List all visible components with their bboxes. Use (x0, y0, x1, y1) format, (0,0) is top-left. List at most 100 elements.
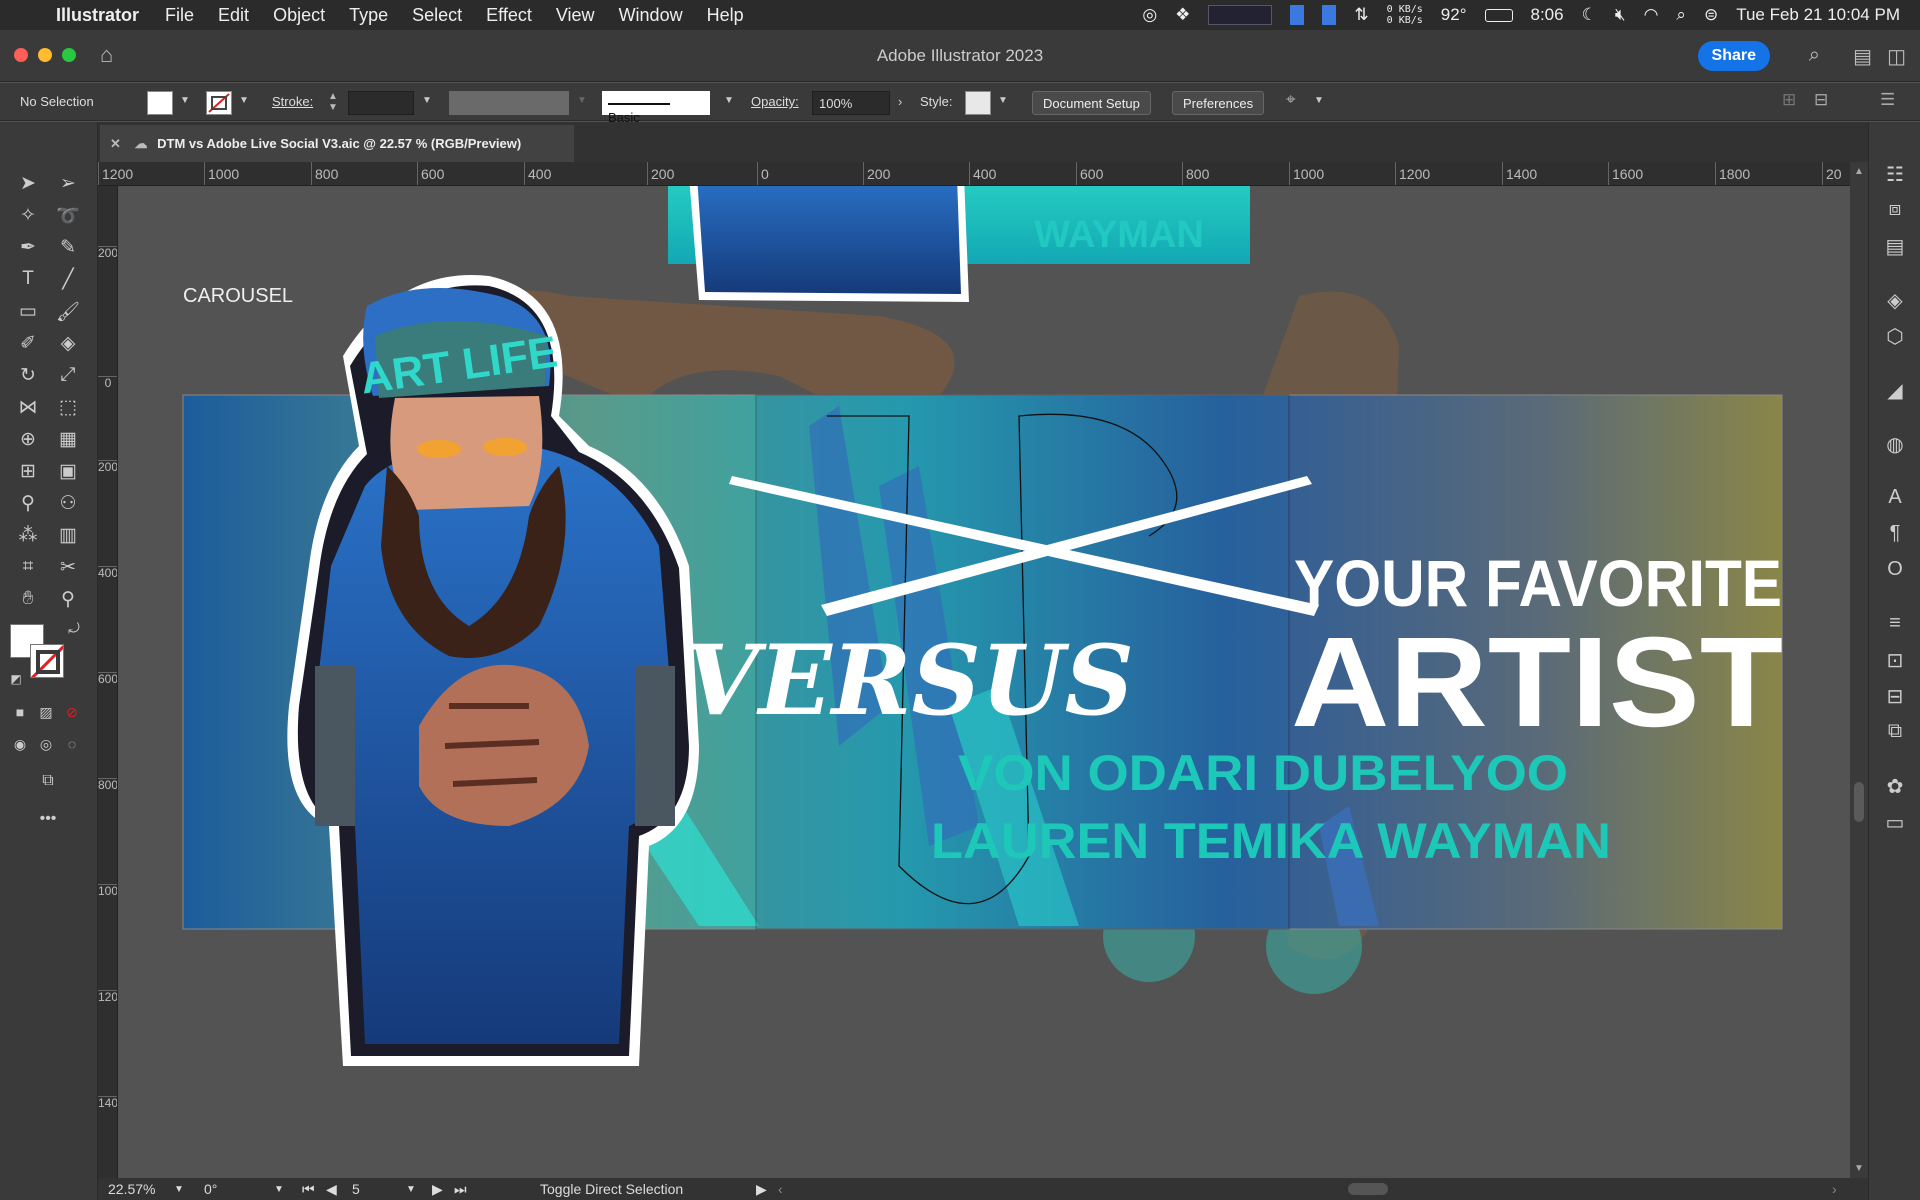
app-menu[interactable]: Illustrator (56, 5, 139, 26)
screen-mode-icon[interactable]: ⧉ (34, 772, 62, 790)
edit-toolbar-more-icon[interactable]: ••• (34, 810, 62, 828)
mesh-tool-icon[interactable]: ⊞ (14, 460, 42, 483)
opacity-label[interactable]: Opacity: (751, 94, 799, 109)
scroll-thumb[interactable] (1854, 782, 1864, 822)
stroke-dropdown-chevron-icon[interactable]: ▼ (239, 95, 249, 106)
document-setup-button[interactable]: Document Setup (1032, 91, 1151, 115)
direct-selection-tool-icon[interactable]: ➢ (54, 172, 82, 195)
gradient-panel-icon[interactable]: ◢ (1882, 378, 1908, 403)
style-dropdown-icon[interactable]: ▼ (998, 95, 1008, 106)
align-panel-icon[interactable]: ⊟ (1882, 684, 1908, 709)
battery-time[interactable]: 8:06 (1531, 5, 1564, 25)
comments-panel-icon[interactable]: ▤ (1882, 234, 1908, 259)
zoom-level-field[interactable]: 22.57% (108, 1181, 155, 1197)
fill-swatch[interactable] (147, 91, 173, 115)
stroke-weight-dropdown-icon[interactable]: ▼ (422, 95, 432, 106)
paintbrush-tool-icon[interactable]: 🖌︎ (54, 300, 82, 324)
type-tool-icon[interactable]: T (14, 268, 42, 290)
shape-builder-tool-icon[interactable]: ⊕ (14, 428, 42, 451)
slice-tool-icon[interactable]: ✂ (54, 556, 82, 579)
scroll-down-icon[interactable]: ▼ (1854, 1163, 1864, 1174)
default-colors-icon[interactable]: ◩ (2, 672, 30, 686)
hscroll-thumb[interactable] (1348, 1183, 1388, 1195)
gradient-mode-icon[interactable]: ▨ (32, 704, 60, 721)
artboard-dropdown-icon[interactable]: ▼ (406, 1184, 416, 1195)
lasso-tool-icon[interactable]: ➰ (54, 204, 82, 228)
clock[interactable]: Tue Feb 21 10:04 PM (1736, 5, 1900, 25)
fill-dropdown-chevron-icon[interactable]: ▼ (180, 95, 190, 106)
opentype-panel-icon[interactable]: O (1882, 558, 1908, 581)
first-artboard-icon[interactable]: ⏮ (302, 1181, 315, 1198)
ssd-meter-icon[interactable] (1322, 5, 1337, 25)
cpu-meter-icon[interactable] (1208, 5, 1273, 25)
eraser-tool-icon[interactable]: ◈ (54, 332, 82, 355)
share-button[interactable]: Share (1697, 41, 1770, 71)
rotate-tool-icon[interactable]: ↻ (14, 364, 42, 387)
vertical-scrollbar[interactable]: ▲ ▼ (1850, 162, 1868, 1178)
color-guide-panel-icon[interactable]: ▭ (1882, 810, 1908, 835)
temperature-readout[interactable]: 92° (1441, 5, 1467, 25)
menu-effect[interactable]: Effect (486, 5, 532, 26)
gradient-tool-icon[interactable]: ▣ (54, 460, 82, 483)
width-tool-icon[interactable]: ⋈ (14, 396, 42, 419)
wifi-icon[interactable]: ◠ (1644, 5, 1659, 25)
draw-behind-icon[interactable]: ◎ (32, 736, 60, 753)
artwork[interactable]: WAYMAN CAROUSEL VERSUS YOUR FAVORITE ART… (119, 186, 1850, 1178)
curvature-tool-icon[interactable]: ✎ (54, 236, 82, 259)
hscroll-right-icon[interactable]: › (1832, 1181, 1837, 1197)
rectangle-tool-icon[interactable]: ▭ (14, 300, 42, 323)
character-panel-icon[interactable]: A (1882, 486, 1908, 509)
workspace-switcher-icon[interactable]: ◫ (1887, 44, 1906, 69)
artboard-number-field[interactable]: 5 (352, 1181, 360, 1197)
draw-normal-icon[interactable]: ◉ (6, 736, 34, 753)
none-mode-icon[interactable]: ⊘ (58, 704, 86, 721)
canvas[interactable]: WAYMAN CAROUSEL VERSUS YOUR FAVORITE ART… (119, 186, 1850, 1178)
mute-icon[interactable]: 🔇︎ (1615, 5, 1626, 25)
stroke-color-box[interactable] (30, 644, 64, 678)
moon-icon[interactable]: ☾ (1582, 5, 1597, 25)
blend-tool-icon[interactable]: ⚇ (54, 492, 82, 515)
eyedropper-tool-icon[interactable]: ⚲ (14, 492, 42, 515)
perspective-grid-tool-icon[interactable]: ▦ (54, 428, 82, 451)
scale-tool-icon[interactable]: ⤢ (54, 364, 82, 386)
creative-cloud-icon[interactable]: ◎ (1142, 5, 1157, 25)
control-bar-menu-icon[interactable]: ☰ (1880, 90, 1895, 110)
artboard-tool-icon[interactable]: ⌗ (14, 556, 42, 578)
recolor-artwork-icon[interactable]: ⌖ (1286, 90, 1296, 110)
recolor-dropdown-icon[interactable]: ▼ (1314, 95, 1324, 106)
symbol-sprayer-tool-icon[interactable]: ⁂ (14, 524, 42, 547)
network-speed[interactable]: 0 KB/s 0 KB/s (1387, 4, 1423, 26)
menu-help[interactable]: Help (707, 5, 744, 26)
search-icon[interactable]: ⌕ (1809, 44, 1820, 67)
menu-object[interactable]: Object (273, 5, 325, 26)
properties-panel-icon[interactable]: ☷ (1882, 162, 1908, 187)
color-mode-icon[interactable]: ■ (6, 704, 34, 720)
transform-icon[interactable]: ⊟ (1814, 90, 1828, 110)
artboard-name-label[interactable]: CAROUSEL (183, 285, 293, 307)
next-artboard-icon[interactable]: ▶ (432, 1181, 443, 1198)
shaper-tool-icon[interactable]: ✐ (14, 332, 42, 355)
scroll-up-icon[interactable]: ▲ (1854, 166, 1864, 177)
battery-icon[interactable] (1484, 8, 1513, 22)
menu-file[interactable]: File (165, 5, 194, 26)
free-transform-tool-icon[interactable]: ⬚ (54, 396, 82, 419)
zoom-tool-icon[interactable]: ⚲ (54, 588, 82, 611)
libraries-panel-icon[interactable]: ⧈ (1882, 198, 1908, 221)
spotlight-icon[interactable]: ⌕ (1676, 5, 1686, 25)
vertical-ruler[interactable]: 200 0 200 400 600 800 1000 1200 1400 (98, 186, 118, 1178)
opacity-expand-icon[interactable]: › (898, 94, 902, 109)
memory-meter-icon[interactable] (1290, 5, 1305, 25)
close-tab-icon[interactable]: ✕ (110, 136, 121, 151)
status-menu-arrow-icon[interactable]: ▶ (756, 1181, 767, 1198)
transform-panel-icon[interactable]: ⊡ (1882, 648, 1908, 673)
menu-window[interactable]: Window (619, 5, 683, 26)
control-center-icon[interactable]: ⊜ (1704, 5, 1718, 25)
menu-view[interactable]: View (556, 5, 595, 26)
swap-fill-stroke-icon[interactable]: ⤾ (60, 620, 88, 637)
align-icon[interactable]: ⊞ (1782, 90, 1796, 110)
document-tab[interactable]: ✕ ☁ DTM vs Adobe Live Social V3.aic @ 22… (100, 125, 574, 162)
zoom-dropdown-icon[interactable]: ▼ (174, 1184, 184, 1195)
column-graph-tool-icon[interactable]: ▥ (54, 524, 82, 547)
hand-tool-icon[interactable]: ✋︎ (14, 588, 42, 610)
horizontal-ruler[interactable]: 1200 1000 800 600 400 200 0 200 400 600 … (98, 162, 1850, 186)
